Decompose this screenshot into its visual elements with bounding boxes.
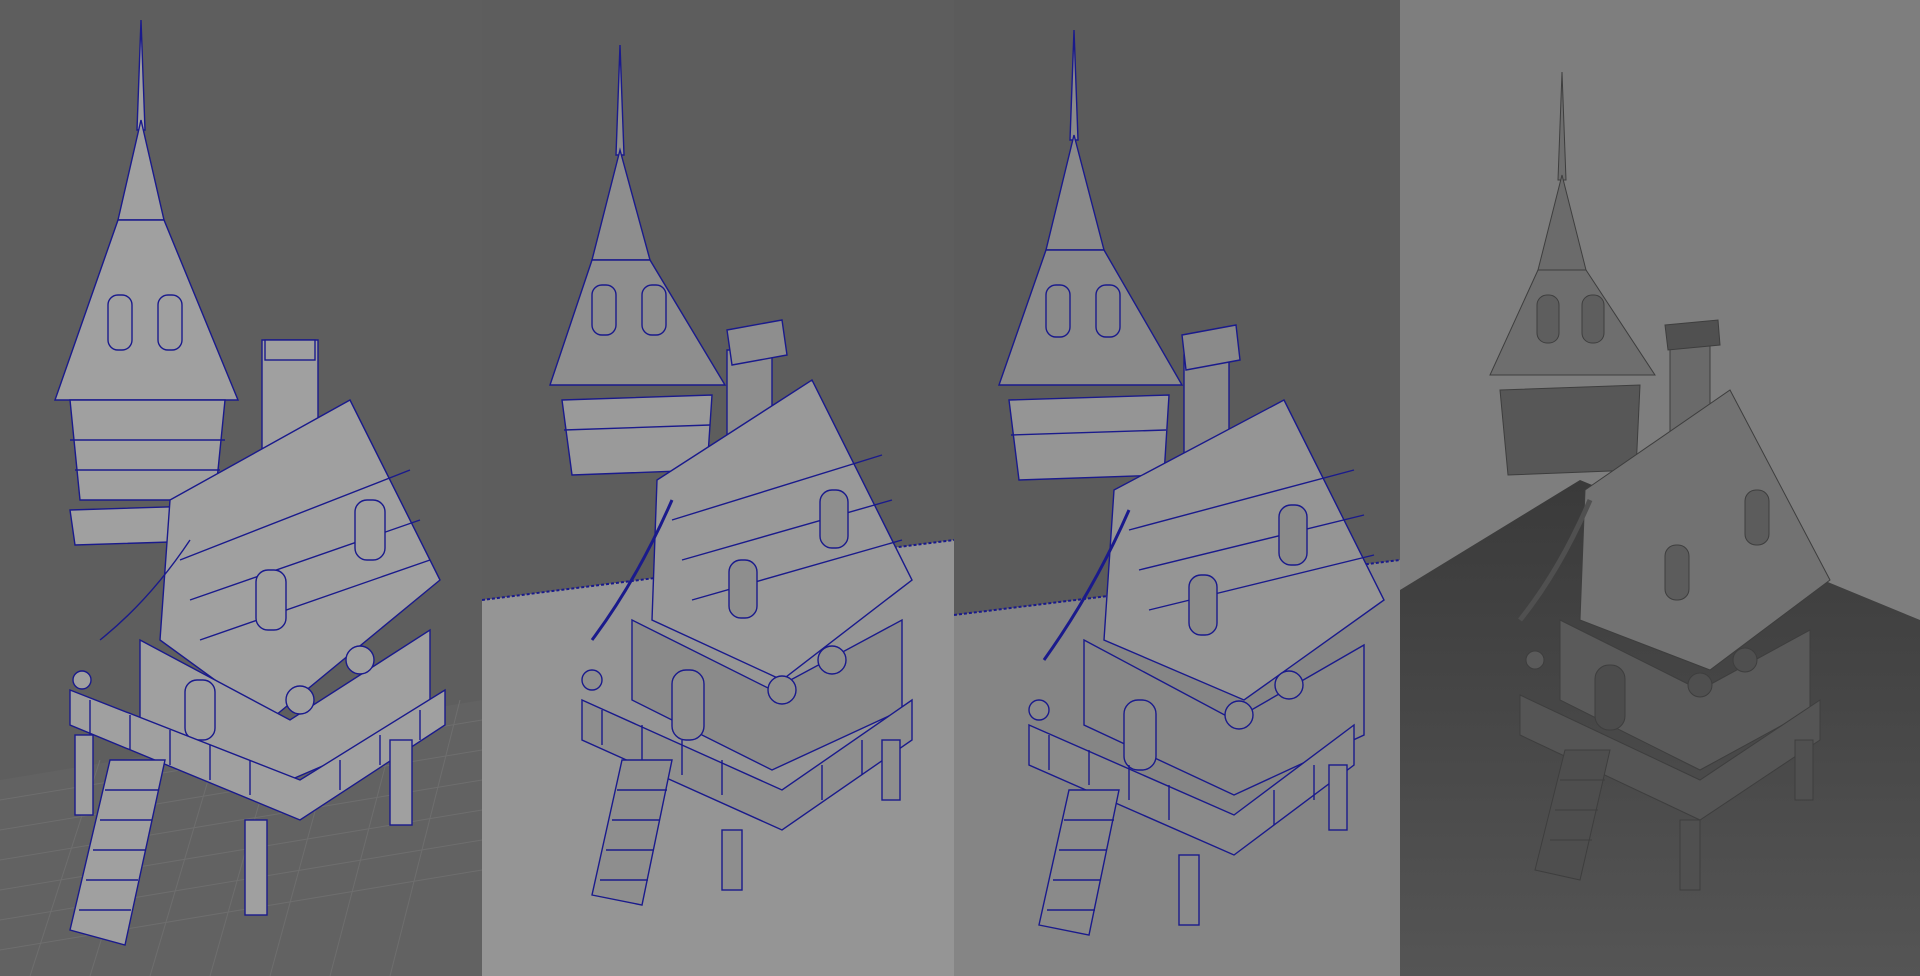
- house-model-wireframe-3: [954, 29, 1400, 976]
- house-model-wireframe-2: [482, 44, 954, 976]
- house-model-wireframe-grid: [0, 19, 482, 976]
- viewport-wireframe-floor-light[interactable]: [482, 0, 954, 976]
- viewport-strip: [0, 0, 1920, 976]
- viewport-wireframe-floor-mid[interactable]: [954, 0, 1400, 976]
- viewport-smooth-shaded[interactable]: [1400, 0, 1920, 976]
- house-model-shaded: [1400, 71, 1920, 976]
- viewport-wireframe-grid[interactable]: [0, 0, 482, 976]
